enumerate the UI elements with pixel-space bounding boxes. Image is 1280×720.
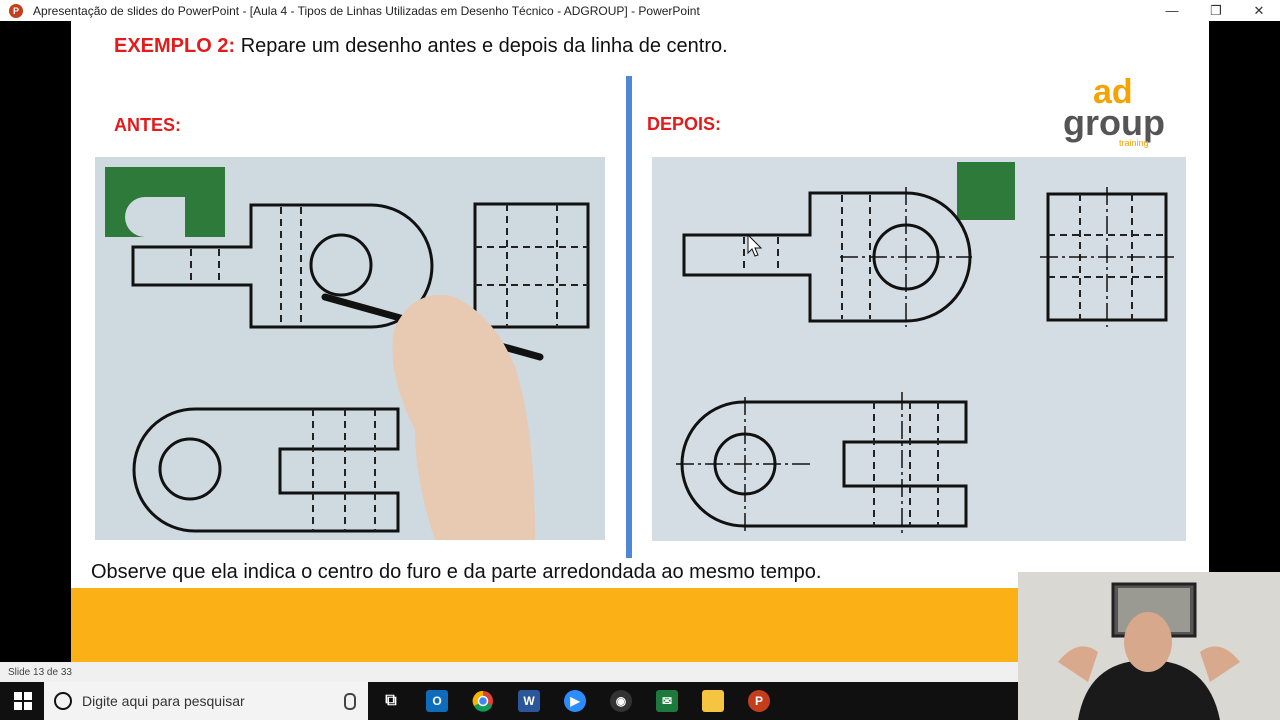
minimize-button[interactable]: — — [1150, 0, 1194, 21]
taskbar-search-box[interactable]: Digite aqui para pesquisar — [44, 682, 368, 720]
powerpoint-app-icon: P — [9, 3, 23, 18]
file-explorer-icon[interactable] — [702, 690, 724, 712]
slide-heading: EXEMPLO 2: Repare um desenho antes e dep… — [114, 35, 728, 58]
webcam-overlay — [1018, 572, 1280, 720]
before-label: ANTES: — [114, 115, 181, 135]
restore-button[interactable]: ❐ — [1194, 0, 1238, 21]
word-icon[interactable]: W — [518, 690, 540, 712]
obs-icon[interactable]: ◉ — [610, 690, 632, 712]
slide-caption: Observe que ela indica o centro do furo … — [91, 561, 822, 583]
windows-taskbar: Digite aqui para pesquisar ⧉ O W ▶ ◉ ✉ P — [0, 682, 1018, 720]
window-title: Apresentação de slides do PowerPoint - [… — [33, 3, 700, 18]
heading-text: Repare um desenho antes e depois da linh… — [235, 35, 728, 57]
heading-prefix: EXEMPLO 2: — [114, 35, 236, 57]
taskbar-search-placeholder: Digite aqui para pesquisar — [82, 693, 245, 709]
zoom-icon[interactable]: ▶ — [564, 690, 586, 712]
before-drawing — [95, 157, 605, 540]
window-titlebar: P Apresentação de slides do PowerPoint -… — [0, 0, 1280, 21]
windows-start-icon[interactable] — [12, 690, 34, 712]
adgroup-logo: ad group training — [1061, 73, 1191, 153]
task-view-icon[interactable]: ⧉ — [380, 690, 402, 712]
after-label: DEPOIS: — [647, 114, 722, 134]
slide[interactable]: EXEMPLO 2: Repare um desenho antes e dep… — [71, 21, 1209, 662]
chrome-icon[interactable] — [472, 690, 494, 712]
after-drawing-photo — [652, 157, 1186, 541]
slide-counter: Slide 13 de 33 — [8, 666, 72, 678]
logo-text-group: group — [1063, 102, 1165, 143]
mail-app-icon[interactable]: ✉ — [656, 690, 678, 712]
slide-divider — [626, 76, 632, 558]
slideshow-area: EXEMPLO 2: Repare um desenho antes e dep… — [0, 21, 1280, 662]
cortana-icon — [54, 692, 72, 710]
outlook-icon[interactable]: O — [426, 690, 448, 712]
logo-text-training: training — [1119, 138, 1149, 148]
microphone-icon[interactable] — [344, 693, 356, 710]
powerpoint-taskbar-icon[interactable]: P — [748, 690, 770, 712]
close-button[interactable]: ✕ — [1237, 0, 1280, 21]
before-drawing-photo — [95, 157, 605, 540]
after-drawing — [652, 157, 1186, 541]
